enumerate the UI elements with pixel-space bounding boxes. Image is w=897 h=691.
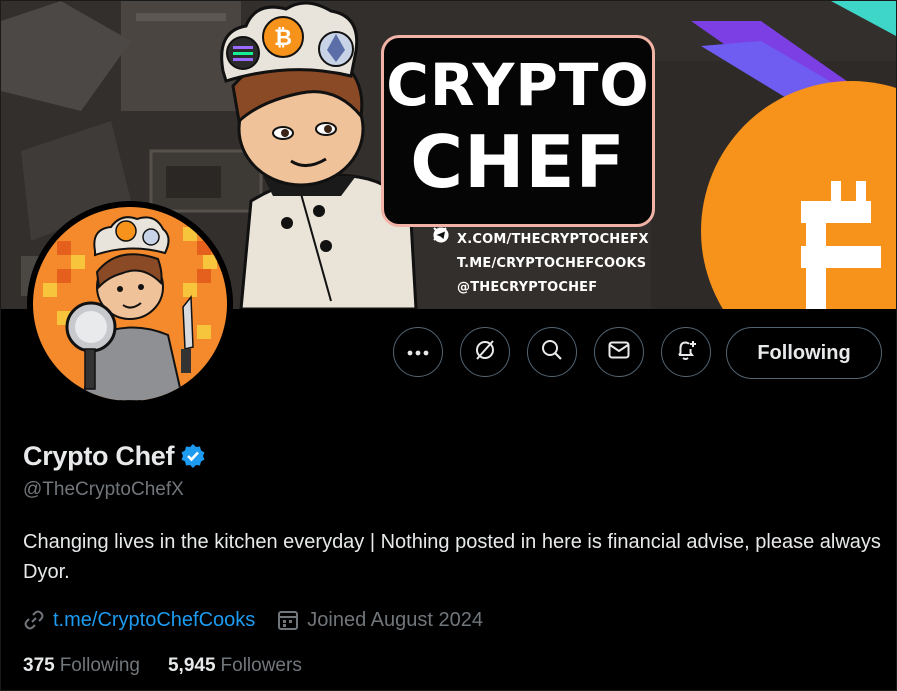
link-icon <box>23 609 45 631</box>
banner-link-text: X.COM/THECRYPTOCHEFX <box>457 231 649 247</box>
following-count-link[interactable]: 375 Following <box>23 655 140 677</box>
more-button[interactable] <box>393 327 443 377</box>
profile-stats: 375 Following 5,945 Followers <box>23 653 330 679</box>
search-button[interactable] <box>527 327 577 377</box>
banner-link-text: @THECRYPTOCHEF <box>457 279 598 295</box>
banner-title-box: CRYPTO CHEF <box>381 35 655 227</box>
profile-bio: Changing lives in the kitchen everyday |… <box>23 531 881 583</box>
following-button[interactable]: Following <box>726 327 882 379</box>
notifications-button[interactable] <box>661 327 711 377</box>
banner-title-line1: CRYPTO <box>386 51 650 119</box>
telegram-icon <box>433 227 449 271</box>
followers-label: Followers <box>220 655 302 676</box>
verified-badge-icon[interactable] <box>180 443 206 469</box>
following-label: Following <box>59 655 140 676</box>
display-name: Crypto Chef <box>23 440 175 471</box>
profile-page: ₿ CRYPTO CHEF X.COM/THECRYPTOCHEFX T.ME/… <box>0 0 897 691</box>
more-dots-icon <box>407 343 429 361</box>
calendar-icon <box>277 609 299 631</box>
profile-meta: t.me/CryptoChefCooks Joined August 2024 <box>23 606 483 634</box>
display-name-row: Crypto Chef <box>23 438 206 474</box>
followers-count: 5,945 <box>167 655 216 676</box>
grok-button[interactable] <box>460 327 510 377</box>
message-icon <box>608 341 630 364</box>
banner-link-text: T.ME/CRYPTOCHEFCOOKS <box>457 255 647 271</box>
message-button[interactable] <box>594 327 644 377</box>
following-count: 375 <box>23 655 55 676</box>
profile-website-link[interactable]: t.me/CryptoChefCooks <box>53 609 255 632</box>
notification-bell-plus-icon <box>674 338 698 367</box>
avatar-image <box>33 207 227 401</box>
user-handle: @TheCryptoChefX <box>23 479 184 500</box>
banner-link-telegram: T.ME/CRYPTOCHEFCOOKS <box>433 227 649 275</box>
profile-avatar[interactable] <box>27 201 233 407</box>
banner-link-telegram-handle: @THECRYPTOCHEF <box>433 227 649 299</box>
banner-social-links: X.COM/THECRYPTOCHEFX T.ME/CRYPTOCHEFCOOK… <box>433 227 649 299</box>
telegram-icon <box>433 227 449 295</box>
joined-date: Joined August 2024 <box>307 608 483 631</box>
banner-title-line2: CHEF <box>410 120 626 204</box>
grok-icon <box>473 338 497 367</box>
followers-count-link[interactable]: 5,945 Followers <box>168 655 302 677</box>
svg-text:₿: ₿ <box>274 26 292 51</box>
search-icon <box>541 339 563 366</box>
banner-link-x: X.COM/THECRYPTOCHEFX <box>433 227 649 251</box>
